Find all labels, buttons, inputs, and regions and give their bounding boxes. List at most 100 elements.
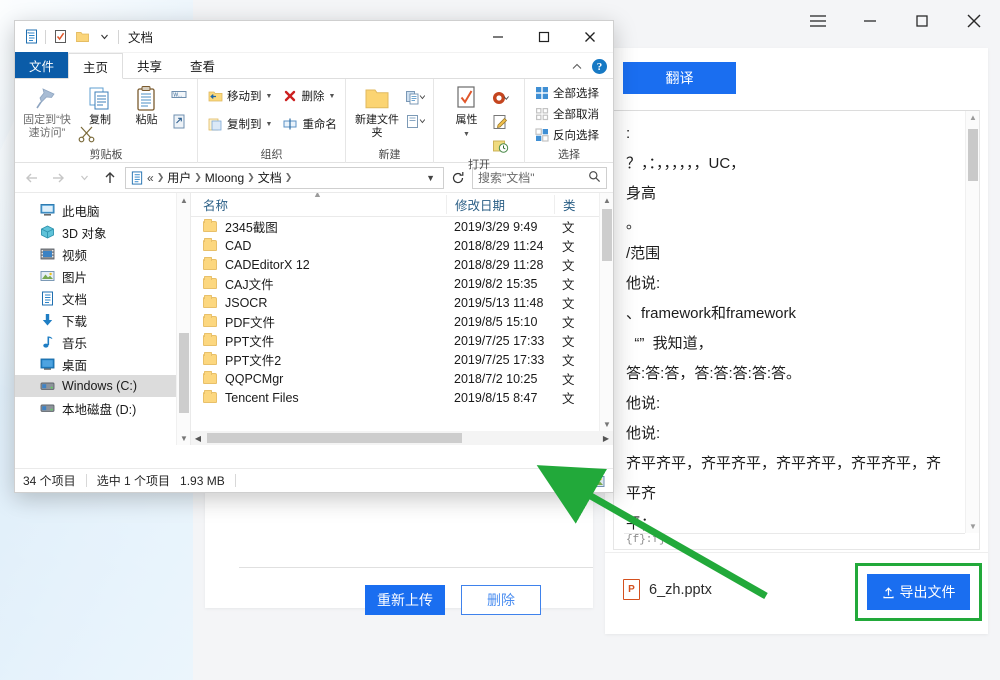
maximize-icon[interactable] xyxy=(896,0,948,42)
scroll-down-icon[interactable]: ▼ xyxy=(177,431,191,445)
sidebar-item-8[interactable]: Windows (C:) xyxy=(15,375,190,397)
breadcrumb[interactable]: « ❯ 用户 ❯ Mloong ❯ 文档 ❯ ▼ xyxy=(125,167,444,189)
powerpoint-icon[interactable] xyxy=(489,87,511,109)
file-explorer-window[interactable]: 文档 文件主页共享查看 ? xyxy=(14,20,614,493)
paste-shortcut-icon[interactable] xyxy=(168,111,190,133)
export-file-button[interactable]: 导出文件 xyxy=(867,574,970,610)
scroll-up-icon[interactable]: ▲ xyxy=(177,193,191,207)
pin-to-quick-access-button[interactable]: 固定到“快速访问” xyxy=(22,83,72,140)
ribbon-tab-0[interactable]: 文件 xyxy=(15,52,68,78)
scroll-up-icon[interactable]: ▲ xyxy=(600,193,613,207)
edit-icon[interactable] xyxy=(489,111,511,133)
table-row[interactable]: CAJ文件2019/8/2 15:35文 xyxy=(191,274,613,293)
nav-scrollbar-thumb[interactable] xyxy=(179,333,189,413)
breadcrumb-item-documents[interactable]: 文档 xyxy=(258,169,282,186)
details-view-icon[interactable] xyxy=(565,472,584,490)
scroll-down-icon[interactable]: ▼ xyxy=(966,519,980,533)
chevron-down-icon[interactable]: ▼ xyxy=(463,128,470,141)
translation-scrollbar[interactable]: ▲ ▼ xyxy=(965,111,979,533)
table-row[interactable]: QQPCMgr2018/7/2 10:25文 xyxy=(191,369,613,388)
breadcrumb-item-users[interactable]: 用户 xyxy=(167,169,191,186)
copy-button[interactable]: 复制 xyxy=(75,83,125,127)
translate-button[interactable]: 翻译 xyxy=(623,62,736,94)
scroll-right-icon[interactable]: ▶ xyxy=(599,431,613,445)
sidebar-item-7[interactable]: 桌面 xyxy=(15,353,190,375)
move-to-button[interactable]: 移动到 ▼ xyxy=(205,86,275,106)
ribbon-tab-2[interactable]: 共享 xyxy=(123,52,176,78)
maximize-icon[interactable] xyxy=(521,21,567,52)
file-list-hscrollbar[interactable]: ◀ ▶ xyxy=(191,431,613,445)
scroll-left-icon[interactable]: ◀ xyxy=(191,431,205,445)
properties-icon[interactable] xyxy=(52,29,68,45)
new-folder-icon[interactable] xyxy=(74,29,90,45)
copy-path-icon[interactable]: W... xyxy=(168,87,190,109)
minimize-icon[interactable] xyxy=(844,0,896,42)
cut-icon[interactable] xyxy=(77,125,97,146)
sidebar-item-0[interactable]: 此电脑 xyxy=(15,199,190,221)
table-row[interactable]: CADEditorX 122018/8/29 11:28文 xyxy=(191,255,613,274)
copy-to-button[interactable]: 复制到 ▼ xyxy=(205,114,275,134)
easy-access-icon[interactable] xyxy=(404,111,426,133)
sidebar-item-9[interactable]: 本地磁盘 (D:) xyxy=(15,397,190,419)
file-list-hscrollbar-thumb[interactable] xyxy=(207,433,462,443)
table-row[interactable]: JSOCR2019/5/13 11:48文 xyxy=(191,293,613,312)
table-row[interactable]: CAD2018/8/29 11:24文 xyxy=(191,236,613,255)
help-icon[interactable]: ? xyxy=(592,59,607,74)
chevron-up-icon[interactable] xyxy=(571,60,583,74)
invert-selection-button[interactable]: 反向选择 xyxy=(532,125,602,145)
sidebar-item-1[interactable]: 3D 对象 xyxy=(15,221,190,243)
file-list-scrollbar[interactable]: ▲ ▼ xyxy=(599,193,613,431)
cell-name: CADEditorX 12 xyxy=(191,258,446,272)
table-row[interactable]: PDF文件2019/8/5 15:10文 xyxy=(191,312,613,331)
large-icons-view-icon[interactable] xyxy=(588,472,607,490)
file-name-text: PDF文件 xyxy=(225,312,275,331)
sidebar-item-5[interactable]: 下载 xyxy=(15,309,190,331)
nav-scrollbar[interactable]: ▲ ▼ xyxy=(176,193,190,445)
delete-ribbon-button[interactable]: 删除 ▼ xyxy=(280,86,338,106)
reupload-button[interactable]: 重新上传 xyxy=(365,585,445,615)
up-arrow-icon[interactable] xyxy=(99,167,121,189)
search-icon[interactable] xyxy=(588,170,601,186)
column-header-date[interactable]: 修改日期 xyxy=(446,195,554,214)
table-row[interactable]: PPT文件22019/7/25 17:33文 xyxy=(191,350,613,369)
breadcrumb-item-user[interactable]: Mloong xyxy=(205,171,244,185)
close-icon[interactable] xyxy=(948,0,1000,42)
rename-button[interactable]: 重命名 xyxy=(280,114,340,134)
sidebar-item-label: Windows (C:) xyxy=(62,379,137,393)
chevron-down-icon[interactable]: ▼ xyxy=(266,93,273,100)
close-icon[interactable] xyxy=(567,21,613,52)
forward-arrow-icon[interactable] xyxy=(47,167,69,189)
table-row[interactable]: 2345截图2019/3/29 9:49文 xyxy=(191,217,613,236)
chevron-down-icon[interactable]: ▼ xyxy=(422,173,439,183)
scroll-down-icon[interactable]: ▼ xyxy=(600,417,613,431)
menu-icon[interactable] xyxy=(792,0,844,42)
sidebar-item-2[interactable]: 视频 xyxy=(15,243,190,265)
properties-button[interactable]: 属性 ▼ xyxy=(446,83,486,141)
sidebar-item-4[interactable]: 文档 xyxy=(15,287,190,309)
table-row[interactable]: PPT文件2019/7/25 17:33文 xyxy=(191,331,613,350)
ribbon-tab-1[interactable]: 主页 xyxy=(68,53,123,79)
new-folder-button[interactable]: 新建文件夹 xyxy=(353,83,401,140)
chevron-down-icon[interactable]: ▼ xyxy=(328,93,335,100)
recent-locations-icon[interactable] xyxy=(73,167,95,189)
breadcrumb-prefix[interactable]: « xyxy=(147,171,154,185)
translation-textarea[interactable]: :？，：，，，，，，UC，身高。/范围他说:、framework和framewo… xyxy=(613,110,980,550)
select-all-button[interactable]: 全部选择 xyxy=(532,83,602,103)
file-list-scrollbar-thumb[interactable] xyxy=(602,209,612,261)
chevron-down-icon[interactable] xyxy=(96,29,112,45)
scroll-up-icon[interactable]: ▲ xyxy=(966,111,980,125)
minimize-icon[interactable] xyxy=(475,21,521,52)
delete-button[interactable]: 删除 xyxy=(461,585,541,615)
history-icon[interactable] xyxy=(489,135,511,157)
select-none-button[interactable]: 全部取消 xyxy=(532,104,602,124)
table-row[interactable]: Tencent Files2019/8/15 8:47文 xyxy=(191,388,613,407)
ribbon-tab-3[interactable]: 查看 xyxy=(176,52,229,78)
sidebar-item-6[interactable]: 音乐 xyxy=(15,331,190,353)
new-item-icon[interactable] xyxy=(404,87,426,109)
scrollbar-thumb[interactable] xyxy=(968,129,978,181)
paste-button[interactable]: 粘贴 xyxy=(128,83,165,127)
back-arrow-icon[interactable] xyxy=(21,167,43,189)
chevron-down-icon[interactable]: ▼ xyxy=(266,121,273,128)
documents-icon[interactable] xyxy=(23,29,39,45)
sidebar-item-3[interactable]: 图片 xyxy=(15,265,190,287)
